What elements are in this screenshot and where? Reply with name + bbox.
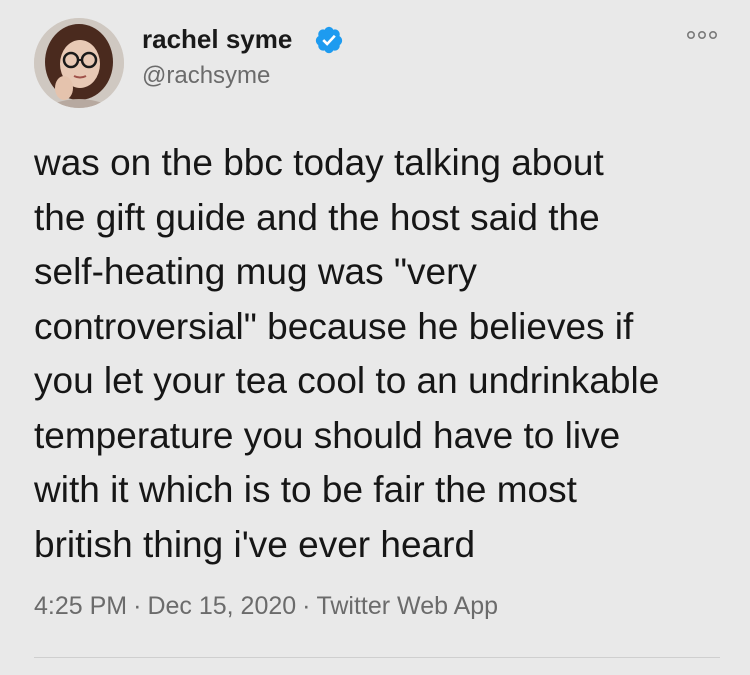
tweet-time[interactable]: 4:25 PM [34, 592, 127, 620]
tweet-text-line: was on the bbc today talking about [34, 142, 604, 183]
tweet-text-line: controversial" because he believes if [34, 305, 634, 347]
tweet-metadata: 4:25 PM · Dec 15, 2020 · Twitter Web App [34, 592, 498, 621]
tweet-text: was on the bbc today talking about the g… [34, 136, 734, 572]
tweet-text-line: temperature you should have to live [34, 414, 621, 456]
tweet-text-line: with it which is to be fair the most [34, 469, 577, 510]
tweet-text-line: the gift guide and the host said the [34, 196, 600, 238]
user-handle[interactable]: @rachsyme [142, 62, 270, 90]
tweet-source[interactable]: Twitter Web App [316, 592, 498, 620]
tweet-text-line: self-heating mug was "very [34, 251, 477, 292]
verified-badge-icon [315, 26, 343, 54]
avatar[interactable] [34, 18, 124, 108]
tweet-date[interactable]: Dec 15, 2020 [147, 592, 296, 620]
meta-separator: · [133, 592, 142, 620]
avatar-image [34, 18, 124, 108]
tweet-card: rachel syme @rachsyme was on the bbc tod… [0, 0, 750, 675]
divider [34, 657, 720, 658]
tweet-text-line: you let your tea cool to an undrinkable [34, 360, 660, 401]
more-options-icon[interactable] [684, 26, 720, 44]
tweet-text-line: british thing i've ever heard [34, 523, 476, 565]
meta-separator: · [302, 592, 311, 620]
display-name[interactable]: rachel syme [142, 24, 292, 55]
